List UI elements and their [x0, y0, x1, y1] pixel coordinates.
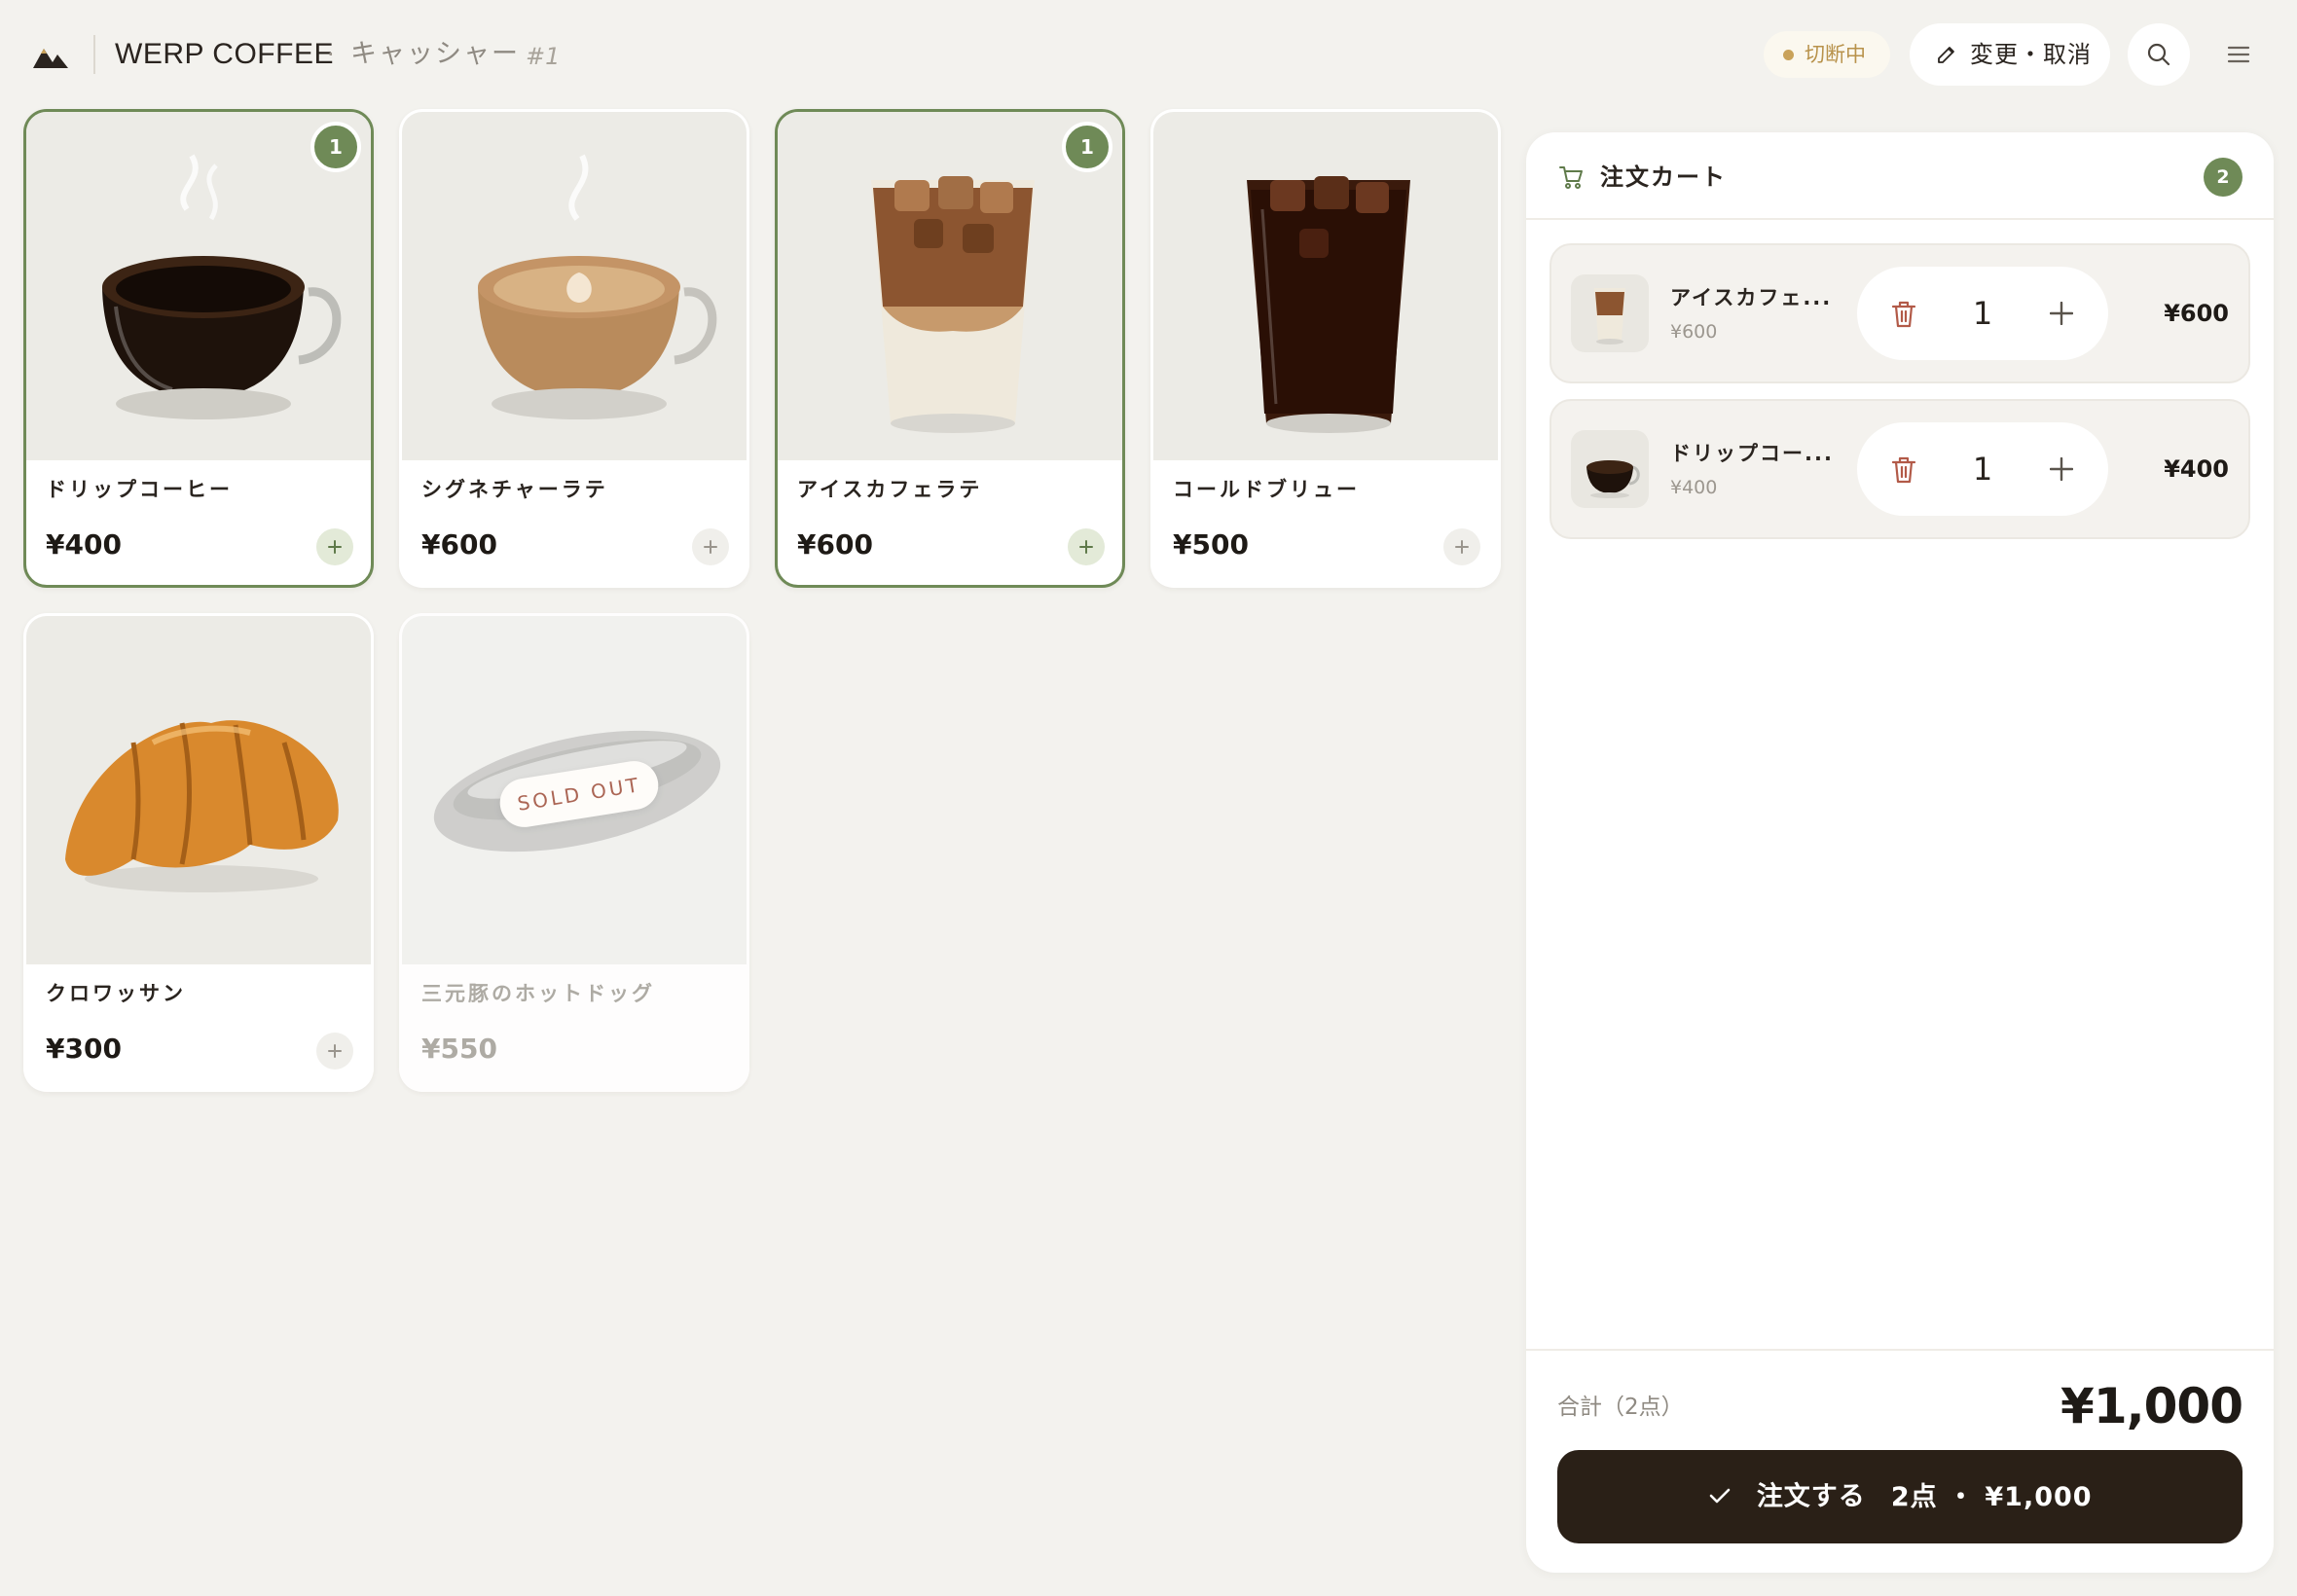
place-order-label: 注文する — [1756, 1481, 1866, 1512]
product-image-croissant — [26, 616, 371, 964]
product-price: ¥300 — [46, 1033, 122, 1065]
product-name: 三元豚のホットドッグ — [421, 982, 655, 1005]
cart-header: 注文カート 2 — [1526, 132, 2274, 220]
header-divider — [93, 35, 95, 74]
place-order-summary: 2点 ・ ¥1,000 — [1890, 1481, 2093, 1512]
status-dot-icon — [1783, 50, 1794, 60]
edit-cancel-button[interactable]: 変更・取消 — [1910, 23, 2110, 86]
cart-item-unit-price: ¥400 — [1670, 477, 1718, 498]
search-icon — [2147, 43, 2170, 66]
product-price: ¥500 — [1173, 528, 1249, 561]
plus-icon — [704, 540, 717, 554]
order-cart-panel: 注文カート 2 アイスカフェ... ¥600 1 ¥600 ドリップコー... … — [1526, 132, 2274, 1573]
status-label: 切断中 — [1805, 43, 1866, 66]
cart-item: ドリップコー... ¥400 1 ¥400 — [1550, 399, 2250, 539]
add-to-cart-button[interactable] — [1443, 528, 1480, 565]
place-order-button[interactable]: 注文する 2点 ・ ¥1,000 — [1557, 1450, 2242, 1543]
quantity-stepper: 1 — [1857, 267, 2108, 360]
product-price: ¥400 — [46, 528, 122, 561]
plus-icon — [1079, 540, 1093, 554]
place-order-content: 注文する 2点 ・ ¥1,000 — [1557, 1450, 2242, 1543]
product-name: ドリップコーヒー — [46, 478, 233, 501]
product-card-cold-brew[interactable]: コールドブリュー ¥500 — [1150, 109, 1501, 588]
cart-title: 注文カート — [1600, 163, 1727, 191]
plus-icon[interactable] — [2050, 302, 2073, 325]
plus-icon — [328, 540, 342, 554]
cart-item-name: ドリップコー... — [1670, 442, 1834, 465]
cart-footer: 合計（2点） ¥1,000 注文する 2点 ・ ¥1,000 — [1526, 1349, 2274, 1573]
add-to-cart-button[interactable] — [692, 528, 729, 565]
product-card-croissant[interactable]: クロワッサン ¥300 — [23, 613, 374, 1092]
product-name: アイスカフェラテ — [797, 478, 983, 501]
cart-item: アイスカフェ... ¥600 1 ¥600 — [1550, 243, 2250, 383]
check-icon — [1710, 1488, 1731, 1503]
product-card-signature-latte[interactable]: シグネチャーラテ ¥600 — [399, 109, 749, 588]
product-name: コールドブリュー — [1173, 478, 1360, 501]
quantity-badge: 1 — [1062, 122, 1112, 172]
pencil-icon — [1938, 47, 1954, 63]
title-separator: · — [327, 41, 335, 68]
quantity-badge: 1 — [310, 122, 361, 172]
brand-name: WERP COFFEE — [115, 38, 334, 70]
menu-icon[interactable] — [2221, 37, 2256, 72]
add-to-cart-button[interactable] — [316, 528, 353, 565]
product-image-cold-brew — [1153, 112, 1498, 460]
add-to-cart-button[interactable] — [316, 1033, 353, 1070]
plus-icon — [328, 1044, 342, 1058]
plus-icon[interactable] — [2050, 457, 2073, 481]
cart-item-name: アイスカフェ... — [1670, 286, 1833, 309]
product-name: シグネチャーラテ — [421, 478, 608, 501]
search-button[interactable] — [2128, 23, 2190, 86]
quantity-stepper: 1 — [1857, 422, 2108, 516]
cart-item-thumbnail — [1571, 430, 1649, 508]
product-image-signature-latte — [402, 112, 747, 460]
total-label: 合計（2点） — [1557, 1395, 1684, 1420]
product-price: ¥600 — [421, 528, 497, 561]
product-card-iced-cafe-latte[interactable]: 1 アイスカフェラテ ¥600 — [775, 109, 1125, 588]
cart-icon — [1559, 166, 1583, 189]
product-price: ¥550 — [421, 1033, 497, 1065]
cart-count-badge: 2 — [2204, 158, 2242, 197]
total-amount: ¥1,000 — [2060, 1378, 2243, 1434]
plus-icon — [1455, 540, 1469, 554]
cart-item-unit-price: ¥600 — [1670, 321, 1718, 343]
terminal-number: #1 — [526, 43, 561, 70]
screen-subtitle: キャッシャー — [350, 39, 520, 69]
product-card-hotdog: SOLD OUT 三元豚のホットドッグ ¥550 — [399, 613, 749, 1092]
connection-status-badge: 切断中 — [1764, 31, 1890, 78]
app-header: WERP COFFEE · キャッシャー #1 切断中 変更・取消 — [0, 0, 2297, 109]
cart-item-total: ¥600 — [2164, 300, 2229, 327]
cart-item-thumbnail — [1571, 274, 1649, 352]
edit-cancel-label: 変更・取消 — [1970, 41, 2092, 68]
logo-mountain-icon — [33, 49, 68, 68]
product-name: クロワッサン — [46, 982, 186, 1005]
add-to-cart-button[interactable] — [1068, 528, 1105, 565]
product-card-drip-coffee[interactable]: 1 ドリップコーヒー ¥400 — [23, 109, 374, 588]
cart-item-total: ¥400 — [2164, 455, 2229, 483]
product-price: ¥600 — [797, 528, 873, 561]
